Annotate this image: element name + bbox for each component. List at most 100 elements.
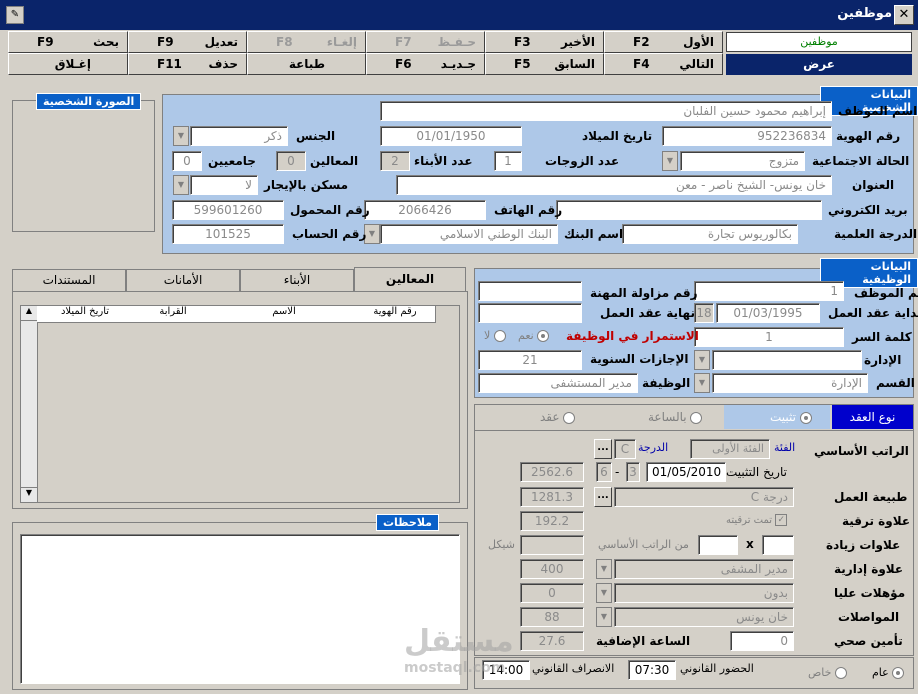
radio-contract-icon[interactable] — [563, 411, 576, 424]
account-field[interactable]: 101525 — [172, 224, 284, 244]
qual-combo[interactable]: بدون — [614, 583, 794, 603]
transport-field[interactable]: 88 — [520, 607, 584, 627]
grid-scrollbar[interactable]: ▲ ▼ — [21, 306, 38, 502]
work-nature-field[interactable]: 1281.3 — [520, 487, 584, 507]
basic-salary-field[interactable]: 2562.6 — [520, 462, 584, 482]
position-field[interactable]: مدير المستشفى — [478, 373, 638, 393]
radio-contract[interactable]: عقد — [540, 410, 576, 424]
emp-no-field[interactable]: 1 — [694, 281, 844, 301]
contract-day-field[interactable]: 18 — [694, 303, 714, 323]
univ-field[interactable]: 0 — [172, 151, 202, 171]
grid-header-dob: تاريخ الميلاد — [37, 306, 134, 323]
increase-field[interactable] — [520, 535, 584, 555]
grade-combo-button[interactable]: ... — [594, 487, 612, 507]
tab-dependents[interactable]: المعالين — [354, 267, 466, 291]
scroll-down-icon[interactable]: ▼ — [21, 487, 37, 502]
fix-a-field[interactable]: 3 — [626, 462, 640, 482]
dept-dropdown[interactable]: ▼ — [694, 373, 710, 393]
contract-start-field[interactable]: 01/03/1995 — [716, 303, 820, 323]
grade-combo-field[interactable]: درجة C — [614, 487, 794, 507]
radio-private-icon[interactable] — [834, 667, 847, 679]
close-button[interactable]: ✕ — [894, 5, 914, 25]
wives-field[interactable]: 1 — [494, 151, 522, 171]
save-button[interactable]: حـفـظ F7 — [366, 31, 485, 53]
increase-field-a[interactable] — [762, 535, 794, 555]
notes-textarea[interactable] — [20, 534, 460, 684]
print-button[interactable]: طباعة — [247, 53, 366, 75]
admin-allow-dropdown[interactable]: ▼ — [596, 559, 612, 579]
degree-field[interactable]: بكالوريوس تجارة — [622, 224, 798, 244]
license-field[interactable] — [478, 281, 582, 301]
radio-public-icon[interactable] — [892, 667, 905, 679]
tab-documents[interactable]: المستندات — [12, 269, 126, 291]
univ-label: جامعيين — [208, 154, 256, 168]
radio-hourly[interactable]: بالساعة — [648, 410, 703, 424]
marital-field[interactable]: متزوج — [680, 151, 805, 171]
fix-b-field[interactable]: 6 — [596, 462, 612, 482]
edit-button[interactable]: تعديل F9 — [128, 31, 247, 53]
fix-date-field[interactable]: 01/05/2010 — [646, 462, 726, 482]
promotion-field[interactable]: 192.2 — [520, 511, 584, 531]
continue-no-radio[interactable]: لا — [484, 329, 506, 342]
contract-end-field[interactable] — [478, 303, 582, 323]
transport-dropdown[interactable]: ▼ — [596, 607, 612, 627]
new-button[interactable]: جـديـد F6 — [366, 53, 485, 75]
cancel-button[interactable]: إلغـاء F8 — [247, 31, 366, 53]
category-field[interactable]: الفئة الأولى — [690, 439, 770, 459]
admin-dropdown[interactable]: ▼ — [694, 350, 710, 370]
search-button[interactable]: بحث F9 — [8, 31, 128, 53]
rent-dropdown[interactable]: ▼ — [173, 175, 189, 195]
tab-deposits[interactable]: الأمانات — [126, 269, 240, 291]
password-field[interactable]: 1 — [694, 327, 844, 347]
dob-field[interactable]: 01/01/1950 — [380, 126, 522, 146]
dept-field[interactable]: الإدارة — [712, 373, 868, 393]
continue-yes-radio[interactable]: نعم — [518, 329, 550, 342]
next-button[interactable]: التالي F4 — [604, 53, 723, 75]
phone-field[interactable]: 2066426 — [364, 200, 486, 220]
mobile-field[interactable]: 599601260 — [172, 200, 284, 220]
radio-hourly-icon[interactable] — [690, 411, 703, 424]
bank-field[interactable]: البنك الوطني الاسلامي — [380, 224, 558, 244]
email-field[interactable] — [556, 200, 822, 220]
address-field[interactable]: خان يونس- الشيخ ناصر - معن — [396, 175, 832, 195]
radio-private[interactable]: خاص — [808, 666, 847, 679]
tab-children[interactable]: الأبناء — [240, 269, 354, 291]
scroll-up-icon[interactable]: ▲ — [21, 306, 37, 321]
title-bar: ✎ موظفين ✕ — [0, 0, 918, 30]
grade-field[interactable]: C — [614, 439, 636, 459]
radio-no-icon[interactable] — [493, 330, 506, 342]
increase-field-b[interactable] — [698, 535, 738, 555]
contract-divider — [475, 430, 913, 431]
first-button[interactable]: الأول F2 — [604, 31, 723, 53]
admin-field[interactable] — [712, 350, 862, 370]
close-form-button[interactable]: إغـلاق — [8, 53, 128, 75]
delete-button[interactable]: حذف F11 — [128, 53, 247, 75]
promo-check[interactable]: ✓ تمت ترقيته — [726, 514, 788, 526]
leave-field[interactable]: 21 — [478, 350, 582, 370]
transport-combo[interactable]: خان يونس — [614, 607, 794, 627]
last-button[interactable]: الأخير F3 — [485, 31, 604, 53]
radio-public[interactable]: عام — [872, 666, 905, 679]
checkbox-icon[interactable]: ✓ — [775, 514, 788, 526]
insurance-field[interactable]: 0 — [730, 631, 794, 651]
previous-button[interactable]: السابق F5 — [485, 53, 604, 75]
grade-picker-button[interactable]: ... — [594, 439, 612, 459]
gender-dropdown[interactable]: ▼ — [173, 126, 189, 146]
app-icon[interactable]: ✎ — [6, 6, 24, 24]
gender-field[interactable]: ذكر — [190, 126, 288, 146]
admin-allow-field[interactable]: 400 — [520, 559, 584, 579]
children-field[interactable]: 2 — [380, 151, 410, 171]
radio-fixed[interactable]: تثبيت — [770, 410, 812, 424]
qual-field[interactable]: 0 — [520, 583, 584, 603]
dependents-field[interactable]: 0 — [276, 151, 306, 171]
name-field[interactable]: إبراهيم محمود حسين الفلبان — [380, 101, 832, 121]
qual-dropdown[interactable]: ▼ — [596, 583, 612, 603]
admin-allow-combo[interactable]: مدير المشفى — [614, 559, 794, 579]
marital-dropdown[interactable]: ▼ — [662, 151, 678, 171]
radio-fixed-icon[interactable] — [799, 411, 812, 424]
overtime-field[interactable]: 27.6 — [520, 631, 584, 651]
in-field[interactable]: 07:30 — [628, 660, 676, 680]
rent-field[interactable]: لا — [190, 175, 258, 195]
radio-yes-icon[interactable] — [537, 330, 550, 342]
id-field[interactable]: 952236834 — [662, 126, 832, 146]
